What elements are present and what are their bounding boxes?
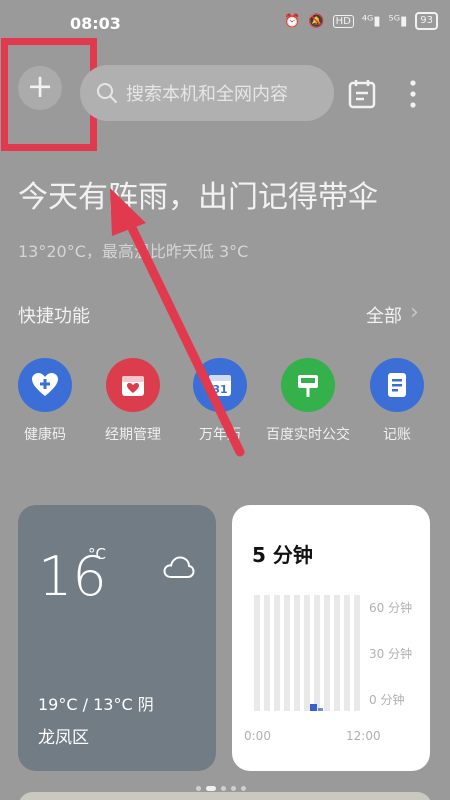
- quick-item-baidu-bus[interactable]: 百度实时公交: [265, 358, 351, 444]
- temperature-range: 19°C / 13°C 阴: [38, 695, 154, 714]
- chevron-right-icon[interactable]: ›: [410, 300, 419, 325]
- chart-bar: [254, 595, 260, 711]
- quick-section-title: 快捷功能: [18, 306, 90, 327]
- add-button[interactable]: +: [18, 66, 62, 110]
- quick-item-label: 万年历: [199, 427, 241, 443]
- page-dot: [221, 786, 226, 791]
- calendar-heart-icon: [106, 358, 160, 412]
- chart-bar: [334, 595, 340, 711]
- more-options-icon[interactable]: [406, 76, 420, 112]
- heart-plus-icon: [18, 358, 72, 412]
- bottom-card-peek[interactable]: [18, 792, 432, 800]
- weather-subline: 13°20°C，最高温比昨天低 3°C: [18, 242, 249, 261]
- chart-usage-mark: [318, 708, 323, 711]
- battery-indicator: 93: [415, 12, 438, 30]
- weather-card[interactable]: 16 °C 19°C / 13°C 阴 龙凤区: [18, 505, 216, 771]
- page-dot: [231, 786, 236, 791]
- chart-bar: [294, 595, 300, 711]
- bus-stop-icon: [281, 358, 335, 412]
- page-dot: [241, 786, 246, 791]
- chart-bar: [344, 595, 350, 711]
- weather-headline: 今天有阵雨，出门记得带伞: [18, 180, 378, 215]
- alarm-icon: ⏰: [284, 13, 301, 29]
- chart-bar: [304, 595, 310, 711]
- status-time: 08:03: [70, 14, 121, 33]
- signal-4g-icon: ⁴ᴳ▮: [361, 13, 381, 29]
- screen-time-total: 5 分钟: [252, 543, 313, 567]
- y-tick-label: 0 分钟: [369, 693, 405, 707]
- quick-item-perpetual-calendar[interactable]: 31 万年历: [177, 358, 263, 444]
- hd-icon: HD: [332, 14, 354, 28]
- y-tick-label: 30 分钟: [369, 647, 413, 661]
- mute-icon: 🔕: [308, 13, 325, 29]
- search-placeholder: 搜索本机和全网内容: [126, 84, 288, 105]
- chart-bar: [284, 595, 290, 711]
- signal-5g-icon: ⁵ᴳ▮: [388, 13, 408, 29]
- quick-item-label: 经期管理: [105, 427, 161, 443]
- y-tick-label: 60 分钟: [369, 601, 413, 615]
- page-dot: [196, 786, 201, 791]
- calendar-badge: 31: [212, 383, 227, 396]
- temperature-unit: °C: [88, 545, 106, 563]
- x-tick-label: 12:00: [346, 729, 381, 743]
- quick-section-all-link[interactable]: 全部: [366, 302, 402, 328]
- chart-bar: [274, 595, 280, 711]
- quick-item-health-code[interactable]: 健康码: [2, 358, 88, 444]
- chart-bar: [264, 595, 270, 711]
- cloud-icon: [163, 556, 195, 578]
- search-icon: [97, 83, 117, 103]
- quick-item-label: 百度实时公交: [266, 427, 350, 443]
- quick-item-label: 健康码: [24, 427, 66, 443]
- chart-bar: [354, 595, 360, 711]
- notebook-icon: [370, 358, 424, 412]
- quick-item-label: 记账: [383, 427, 411, 443]
- quick-item-bookkeeping[interactable]: 记账: [354, 358, 440, 444]
- page-dot-active: [206, 786, 216, 791]
- quick-item-period-tracker[interactable]: 经期管理: [90, 358, 176, 444]
- chart-bar: [314, 595, 320, 711]
- calendar-31-icon: 31: [193, 358, 247, 412]
- screen-time-chart: [254, 595, 360, 711]
- district-name: 龙凤区: [38, 728, 89, 748]
- page-indicator: [196, 786, 246, 791]
- search-input[interactable]: 搜索本机和全网内容: [80, 65, 334, 121]
- status-icons: ⏰ 🔕 HD ⁴ᴳ▮ ⁵ᴳ▮ 93: [284, 12, 438, 30]
- screen-time-card[interactable]: 5 分钟 60 分钟 30 分钟 0 分钟 0:00 12:00: [232, 505, 430, 771]
- chart-usage-mark: [310, 704, 317, 711]
- x-tick-label: 0:00: [244, 729, 271, 743]
- status-bar: 08:03 ⏰ 🔕 HD ⁴ᴳ▮ ⁵ᴳ▮ 93: [0, 0, 450, 46]
- chart-bar: [324, 595, 330, 711]
- calendar-icon[interactable]: [347, 78, 377, 110]
